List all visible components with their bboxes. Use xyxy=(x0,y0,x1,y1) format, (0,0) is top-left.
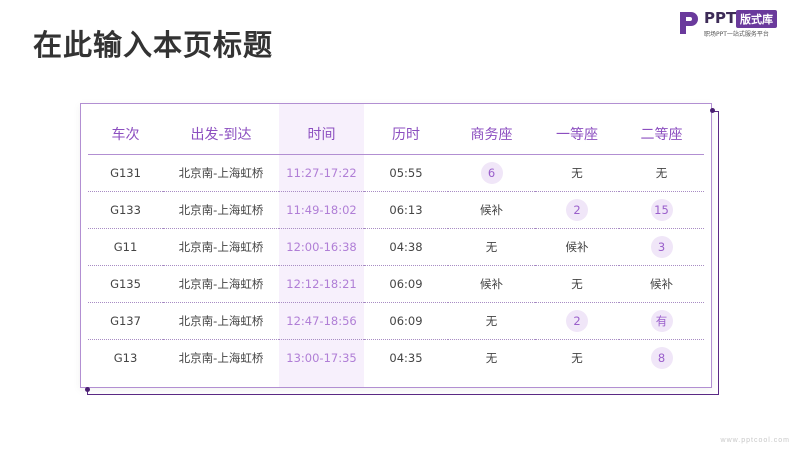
route-cell: 北京南-上海虹桥 xyxy=(178,351,264,365)
route-cell: 北京南-上海虹桥 xyxy=(163,302,279,340)
duration-cell: 06:09 xyxy=(364,265,448,303)
watermark: www.pptcool.com xyxy=(720,437,790,444)
column-header-first-class[interactable]: 一等座 xyxy=(535,114,619,155)
second-class-cell: 8 xyxy=(619,340,704,377)
table-row[interactable]: G133 北京南-上海虹桥 11:49-18:02 06:13 候补 2 15 xyxy=(88,191,704,229)
duration-cell: 06:09 xyxy=(364,302,448,340)
time-cell: 12:12-18:21 xyxy=(279,265,364,303)
business-seat-cell: 无 xyxy=(448,302,535,340)
time-cell: 13:00-17:35 xyxy=(286,351,357,365)
seat-count-badge: 15 xyxy=(650,199,673,221)
table-row[interactable]: G137 北京南-上海虹桥 12:47-18:56 06:09 无 2 有 xyxy=(88,302,704,340)
first-class-cell: 候补 xyxy=(535,228,619,266)
seat-count-badge: 2 xyxy=(566,310,588,332)
second-class-cell: 有 xyxy=(619,302,704,340)
seat-count-badge: 2 xyxy=(566,199,588,221)
frame-corner-dot xyxy=(710,108,715,113)
route-cell: 北京南-上海虹桥 xyxy=(163,228,279,266)
second-class-cell: 3 xyxy=(619,228,704,266)
train-number: G137 xyxy=(88,302,163,340)
seat-count-badge: 有 xyxy=(650,310,673,332)
logo-brand: PPT xyxy=(704,9,737,27)
route-cell: 北京南-上海虹桥 xyxy=(163,265,279,303)
first-class-cell: 2 xyxy=(535,302,619,340)
table-row[interactable]: G135 北京南-上海虹桥 12:12-18:21 06:09 候补 无 候补 xyxy=(88,265,704,303)
table-row[interactable]: G131 北京南-上海虹桥 11:27-17:22 05:55 6 无 无 xyxy=(88,154,704,192)
business-seat-cell: 候补 xyxy=(448,265,535,303)
seat-count-badge: 3 xyxy=(650,236,673,258)
business-seat-cell: 无 xyxy=(448,228,535,266)
business-seat-cell: 无 xyxy=(485,351,498,365)
train-schedule-table: 车次 出发-到达 时间 历时 商务座 一等座 二等座 G131 北京南-上海虹桥… xyxy=(88,114,704,376)
ppt-logo-mark-icon xyxy=(680,12,698,34)
train-number: G131 xyxy=(88,154,163,192)
time-cell: 12:47-18:56 xyxy=(279,302,364,340)
brand-logo[interactable]: PPT 版式库 职场PPT一站式服务平台 xyxy=(678,8,794,40)
time-cell: 12:00-16:38 xyxy=(279,228,364,266)
column-header-train[interactable]: 车次 xyxy=(88,114,163,155)
logo-badge: 版式库 xyxy=(736,10,777,28)
seat-count-badge: 6 xyxy=(480,162,503,184)
column-header-route[interactable]: 出发-到达 xyxy=(163,114,279,155)
column-header-time[interactable]: 时间 xyxy=(279,114,364,155)
second-class-cell: 候补 xyxy=(619,265,704,303)
time-cell: 11:27-17:22 xyxy=(279,154,364,192)
second-class-cell: 15 xyxy=(619,191,704,229)
train-number: G13 xyxy=(113,351,138,365)
frame-corner-dot xyxy=(85,387,90,392)
first-class-cell: 无 xyxy=(535,154,619,192)
duration-cell: 04:38 xyxy=(364,228,448,266)
train-number: G135 xyxy=(88,265,163,303)
business-seat-cell: 6 xyxy=(448,154,535,192)
first-class-cell: 无 xyxy=(571,351,583,365)
train-number: G133 xyxy=(88,191,163,229)
business-seat-cell: 候补 xyxy=(448,191,535,229)
train-number: G11 xyxy=(88,228,163,266)
duration-cell: 05:55 xyxy=(364,154,448,192)
seat-count-badge: 8 xyxy=(650,347,673,369)
logo-tagline: 职场PPT一站式服务平台 xyxy=(704,31,769,38)
duration-cell: 06:13 xyxy=(364,191,448,229)
route-cell: 北京南-上海虹桥 xyxy=(163,191,279,229)
table-row[interactable]: G13 北京南-上海虹桥 13:00-17:35 04:35 无 无 8 xyxy=(88,340,704,377)
table-row[interactable]: G11 北京南-上海虹桥 12:00-16:38 04:38 无 候补 3 xyxy=(88,228,704,266)
duration-cell: 04:35 xyxy=(389,351,423,365)
page-title: 在此输入本页标题 xyxy=(33,28,274,62)
time-cell: 11:49-18:02 xyxy=(279,191,364,229)
second-class-cell: 无 xyxy=(619,154,704,192)
first-class-cell: 无 xyxy=(535,265,619,303)
column-header-second-class[interactable]: 二等座 xyxy=(619,114,704,155)
column-header-duration[interactable]: 历时 xyxy=(364,114,448,155)
column-header-business[interactable]: 商务座 xyxy=(448,114,535,155)
first-class-cell: 2 xyxy=(535,191,619,229)
table-header-row: 车次 出发-到达 时间 历时 商务座 一等座 二等座 xyxy=(88,114,704,155)
route-cell: 北京南-上海虹桥 xyxy=(163,154,279,192)
